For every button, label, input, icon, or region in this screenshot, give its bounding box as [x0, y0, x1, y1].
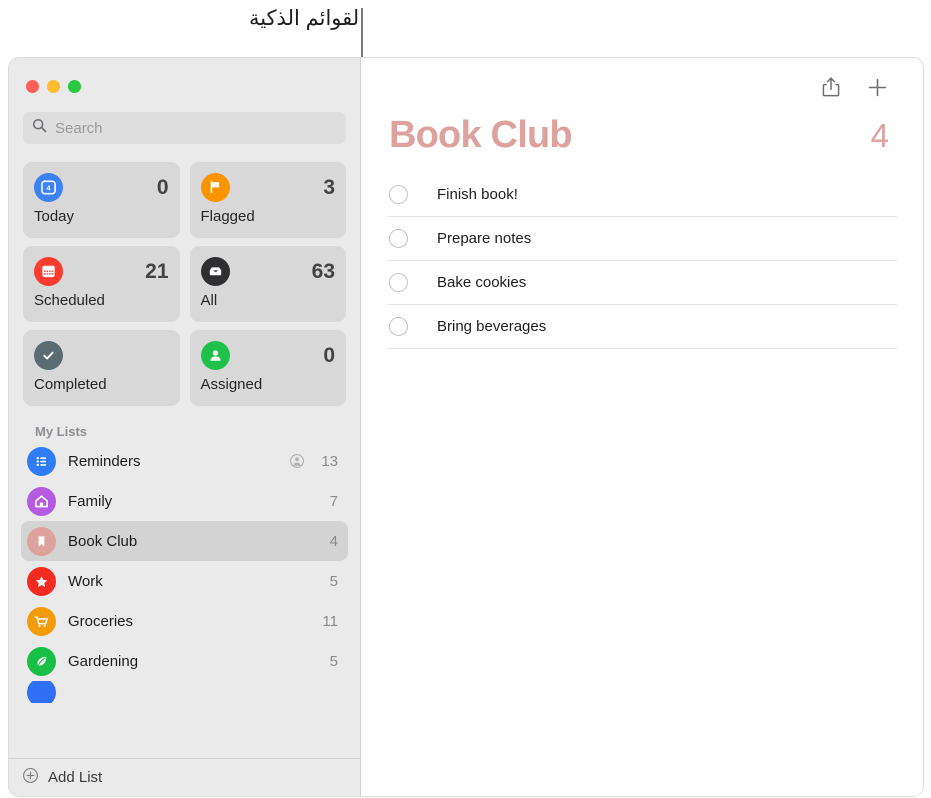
- add-list-label: Add List: [48, 769, 103, 786]
- person-icon: [200, 340, 230, 370]
- list-item-work[interactable]: Work 5: [21, 561, 348, 601]
- list-item-count: 7: [329, 492, 338, 510]
- task-row[interactable]: Finish book!: [387, 173, 897, 217]
- list-total-count: 4: [870, 117, 889, 154]
- task-label: Bake cookies: [437, 274, 527, 291]
- smart-list-label: Scheduled: [34, 292, 105, 309]
- smart-list-all[interactable]: 63 All: [189, 246, 346, 322]
- smart-lists-grid: 4 0 Today 3 Flagged 21 Scheduled 63 All …: [23, 162, 346, 406]
- list-item-label: Reminders: [68, 452, 141, 470]
- search-icon: [32, 118, 47, 138]
- list-item-count: 5: [329, 652, 338, 670]
- bulleted-list-icon: [27, 446, 56, 476]
- list-item-label: Gardening: [68, 652, 139, 670]
- content-toolbar: [387, 58, 897, 116]
- list-item-reminders[interactable]: Reminders 13: [21, 441, 348, 481]
- inbox-tray-icon: [200, 256, 230, 286]
- smart-list-count: 63: [311, 259, 335, 283]
- checkmark-icon: [34, 340, 63, 370]
- my-lists-header: My Lists: [35, 424, 88, 439]
- smart-list-label: Assigned: [200, 376, 263, 393]
- shared-list-icon: [289, 453, 305, 469]
- minimize-window-button[interactable]: [47, 80, 60, 93]
- task-checkbox[interactable]: [389, 273, 408, 292]
- house-icon: [27, 486, 56, 516]
- list-header: Book Club 4: [387, 116, 897, 154]
- smart-list-today[interactable]: 4 0 Today: [23, 162, 180, 238]
- sidebar: 4 0 Today 3 Flagged: [9, 58, 361, 796]
- list-item-label: Work: [68, 572, 103, 590]
- list-item-partial[interactable]: [21, 681, 348, 703]
- add-list-button[interactable]: Add List: [9, 758, 360, 796]
- list-item-count: 13: [321, 452, 338, 470]
- smart-list-count: 0: [156, 175, 169, 199]
- window-controls: [9, 58, 360, 93]
- close-window-button[interactable]: [26, 80, 39, 93]
- list-item-groceries[interactable]: Groceries 11: [21, 601, 348, 641]
- calendar-icon: [34, 256, 63, 286]
- smart-list-label: Flagged: [200, 208, 255, 225]
- task-checkbox[interactable]: [389, 229, 408, 248]
- smart-list-assigned[interactable]: 0 Assigned: [189, 330, 346, 406]
- bookmark-icon: [27, 526, 56, 556]
- reminders-window: 4 0 Today 3 Flagged: [8, 57, 924, 797]
- star-icon: [27, 566, 56, 596]
- svg-text:4: 4: [46, 183, 51, 192]
- list-item-book-club[interactable]: Book Club 4: [21, 521, 348, 561]
- content-pane: Book Club 4 Finish book! Prepare notes B…: [361, 58, 923, 796]
- task-label: Prepare notes: [437, 230, 532, 247]
- smart-list-count: 21: [145, 259, 169, 283]
- plus-icon[interactable]: [867, 77, 888, 98]
- smart-list-label: Today: [34, 208, 75, 225]
- task-list: Finish book! Prepare notes Bake cookies …: [387, 173, 897, 349]
- list-item-label: Groceries: [68, 612, 134, 630]
- task-row[interactable]: Prepare notes: [387, 217, 897, 261]
- share-icon[interactable]: [821, 76, 841, 98]
- search-input[interactable]: [55, 119, 337, 137]
- my-lists-container: Reminders 13 Family 7 Book Club 4 Work 5…: [9, 441, 360, 758]
- smart-list-label: Completed: [34, 376, 107, 393]
- page-title: Book Club: [389, 114, 573, 156]
- calendar-today-icon: 4: [34, 172, 63, 202]
- smart-list-label: All: [200, 292, 218, 309]
- flag-icon: [200, 172, 230, 202]
- list-item-family[interactable]: Family 7: [21, 481, 348, 521]
- list-item-count: 5: [329, 572, 338, 590]
- callout-label: القوائم الذكية: [248, 7, 365, 30]
- smart-list-count: 0: [323, 343, 335, 367]
- smart-list-count: 3: [323, 175, 335, 199]
- smart-list-flagged[interactable]: 3 Flagged: [189, 162, 346, 238]
- list-item-label: Family: [68, 492, 113, 510]
- list-item-label: Book Club: [68, 532, 138, 550]
- task-checkbox[interactable]: [389, 185, 408, 204]
- partial-list-icon: [27, 681, 56, 703]
- list-item-count: 11: [322, 612, 338, 630]
- plus-circle-icon: [22, 767, 39, 789]
- task-checkbox[interactable]: [389, 317, 408, 336]
- task-label: Finish book!: [437, 186, 518, 203]
- task-label: Bring beverages: [437, 318, 547, 335]
- leaf-icon: [27, 646, 56, 676]
- list-item-count: 4: [329, 532, 338, 550]
- list-item-gardening[interactable]: Gardening 5: [21, 641, 348, 681]
- search-field[interactable]: [23, 112, 346, 144]
- smart-list-scheduled[interactable]: 21 Scheduled: [23, 246, 180, 322]
- shopping-cart-icon: [27, 606, 56, 636]
- task-row[interactable]: Bake cookies: [387, 261, 897, 305]
- zoom-window-button[interactable]: [68, 80, 81, 93]
- task-row[interactable]: Bring beverages: [387, 305, 897, 349]
- smart-list-completed[interactable]: Completed: [23, 330, 180, 406]
